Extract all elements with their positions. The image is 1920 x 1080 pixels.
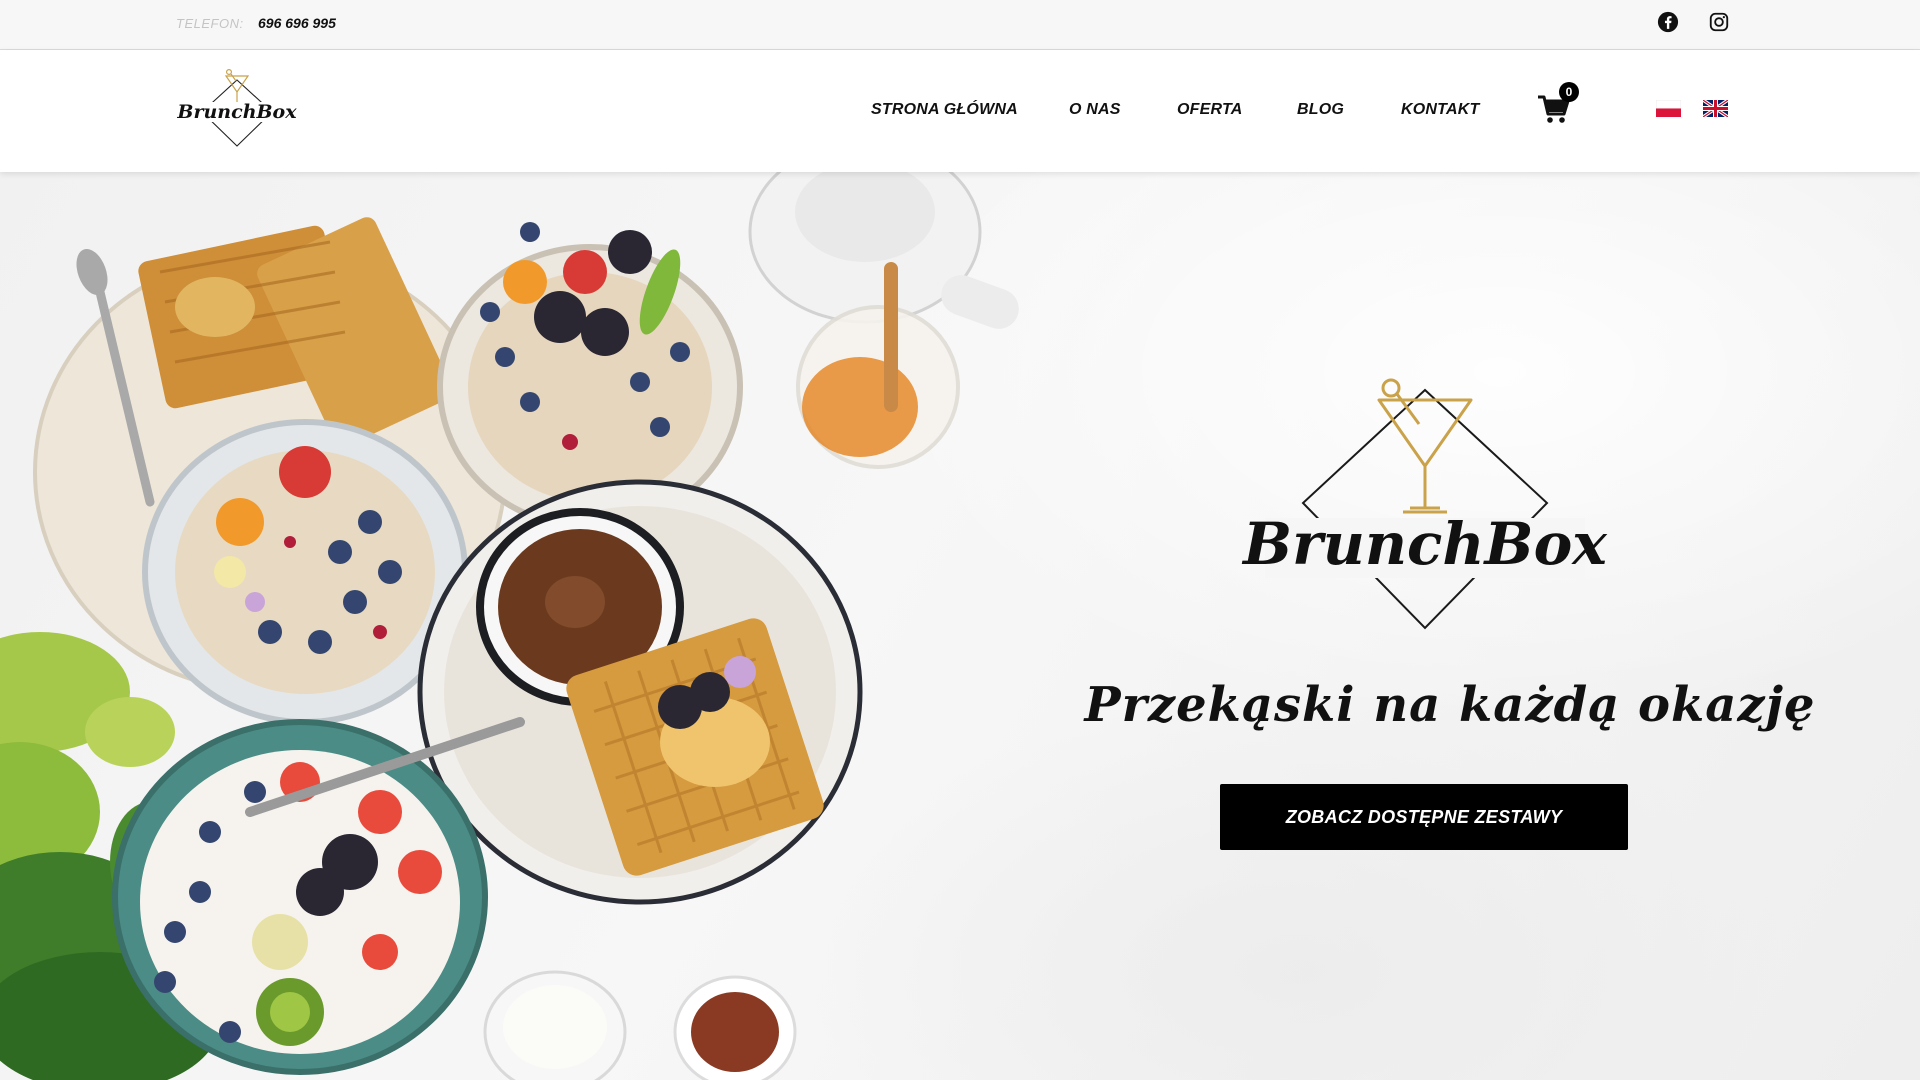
hero-tagline: Przekąski na każdą okazję xyxy=(1084,677,1816,733)
phone-number[interactable]: 696 696 995 xyxy=(258,15,336,31)
nav-blog[interactable]: BLOG xyxy=(1297,101,1344,119)
brunchbox-logo[interactable]: BrunchBox xyxy=(172,64,302,152)
cart-count-badge: 0 xyxy=(1559,82,1579,102)
hero-logo-text: BrunchBox xyxy=(1241,510,1608,578)
top-info-bar: TELEFON: 696 696 995 xyxy=(0,0,1920,50)
nav-strona-glowna[interactable]: STRONA GŁÓWNA xyxy=(871,101,1018,119)
phone-label: TELEFON: xyxy=(176,16,244,31)
breakfast-food-image xyxy=(0,172,1019,1080)
hero-section: BrunchBox Przekąski na każdą okazję ZOBA… xyxy=(0,172,1920,1080)
nav-oferta[interactable]: OFERTA xyxy=(1177,101,1243,119)
instagram-icon[interactable] xyxy=(1708,11,1730,33)
main-header: BrunchBox STRONA GŁÓWNA O NAS OFERTA BLO… xyxy=(0,50,1920,172)
nav-o-nas[interactable]: O NAS xyxy=(1069,101,1121,119)
hero-brunchbox-logo: BrunchBox xyxy=(1241,378,1608,630)
poland-flag-icon[interactable] xyxy=(1656,100,1681,117)
see-available-sets-button[interactable]: ZOBACZ DOSTĘPNE ZESTAWY xyxy=(1220,784,1628,850)
nav-kontakt[interactable]: KONTAKT xyxy=(1401,101,1479,119)
uk-flag-icon[interactable] xyxy=(1703,100,1728,117)
logo-text: BrunchBox xyxy=(176,101,297,123)
facebook-icon[interactable] xyxy=(1657,11,1679,33)
